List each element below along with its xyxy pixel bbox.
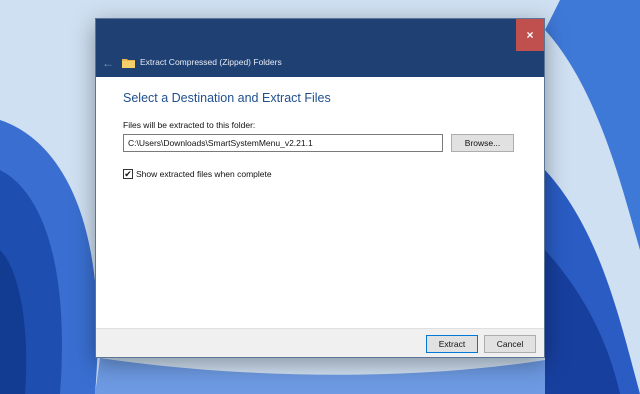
cancel-button[interactable]: Cancel xyxy=(484,335,536,353)
folder-icon xyxy=(122,59,135,68)
close-icon: × xyxy=(526,28,534,42)
wizard-title: Extract Compressed (Zipped) Folders xyxy=(140,57,282,67)
browse-button[interactable]: Browse... xyxy=(451,134,514,152)
show-files-checkbox[interactable]: ✔ xyxy=(123,169,133,179)
back-arrow-icon[interactable]: ← xyxy=(102,56,114,70)
extract-button[interactable]: Extract xyxy=(426,335,478,353)
page-heading: Select a Destination and Extract Files xyxy=(123,91,331,105)
show-files-label[interactable]: Show extracted files when complete xyxy=(136,169,272,179)
close-button[interactable]: × xyxy=(516,19,544,51)
destination-path-input[interactable] xyxy=(123,134,443,152)
destination-label: Files will be extracted to this folder: xyxy=(123,120,256,130)
checkmark-icon: ✔ xyxy=(124,168,132,179)
extract-dialog: × ← Extract Compressed (Zipped) Folders … xyxy=(95,18,545,358)
dialog-titlebar: × ← Extract Compressed (Zipped) Folders xyxy=(96,19,544,77)
